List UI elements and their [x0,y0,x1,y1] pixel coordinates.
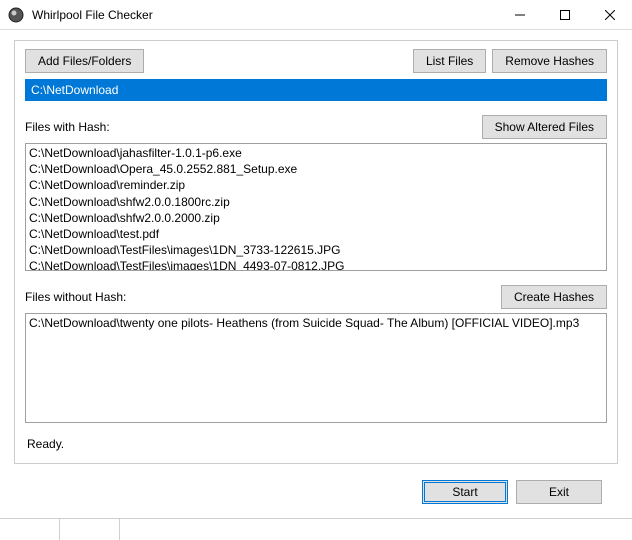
status-text: Ready. [25,433,607,453]
list-item[interactable]: C:\NetDownload\jahasfilter-1.0.1-p6.exe [29,145,603,161]
list-files-button[interactable]: List Files [413,49,486,73]
show-altered-files-button[interactable]: Show Altered Files [482,115,607,139]
list-item[interactable]: C:\NetDownload\Opera_45.0.2552.881_Setup… [29,161,603,177]
list-item[interactable]: C:\NetDownload\reminder.zip [29,177,603,193]
exit-button[interactable]: Exit [516,480,602,504]
maximize-button[interactable] [542,0,587,29]
minimize-button[interactable] [497,0,542,29]
close-button[interactable] [587,0,632,29]
list-item[interactable]: C:\NetDownload\TestFiles\images\1DN_3733… [29,242,603,258]
window-title: Whirlpool File Checker [32,8,497,22]
files-without-hash-header: Files without Hash: Create Hashes [25,285,607,309]
window-controls [497,0,632,29]
add-files-folders-button[interactable]: Add Files/Folders [25,49,144,73]
create-hashes-button[interactable]: Create Hashes [501,285,607,309]
list-item[interactable]: C:\NetDownload\twenty one pilots- Heathe… [29,315,603,331]
toolbar-row: Add Files/Folders List Files Remove Hash… [25,49,607,73]
list-item[interactable]: C:\NetDownload\TestFiles\images\1DN_4493… [29,258,603,271]
list-item[interactable]: C:\NetDownload\shfw2.0.0.2000.zip [29,210,603,226]
list-item[interactable]: C:\NetDownload\shfw2.0.0.1800rc.zip [29,194,603,210]
files-with-hash-header: Files with Hash: Show Altered Files [25,115,607,139]
files-without-hash-label: Files without Hash: [25,290,126,304]
files-without-hash-listbox[interactable]: C:\NetDownload\twenty one pilots- Heathe… [25,313,607,423]
statusbar-cell [60,519,120,540]
app-icon [8,7,24,23]
list-item[interactable]: C:\NetDownload\test.pdf [29,226,603,242]
files-with-hash-listbox[interactable]: C:\NetDownload\jahasfilter-1.0.1-p6.exeC… [25,143,607,271]
main-content: Add Files/Folders List Files Remove Hash… [0,30,632,518]
remove-hashes-button[interactable]: Remove Hashes [492,49,607,73]
start-button[interactable]: Start [422,480,508,504]
path-input[interactable] [25,79,607,101]
titlebar: Whirlpool File Checker [0,0,632,30]
files-with-hash-label: Files with Hash: [25,120,110,134]
footer-buttons: Start Exit [14,474,618,512]
statusbar-cell [0,519,60,540]
main-panel: Add Files/Folders List Files Remove Hash… [14,40,618,464]
statusbar [0,518,632,540]
